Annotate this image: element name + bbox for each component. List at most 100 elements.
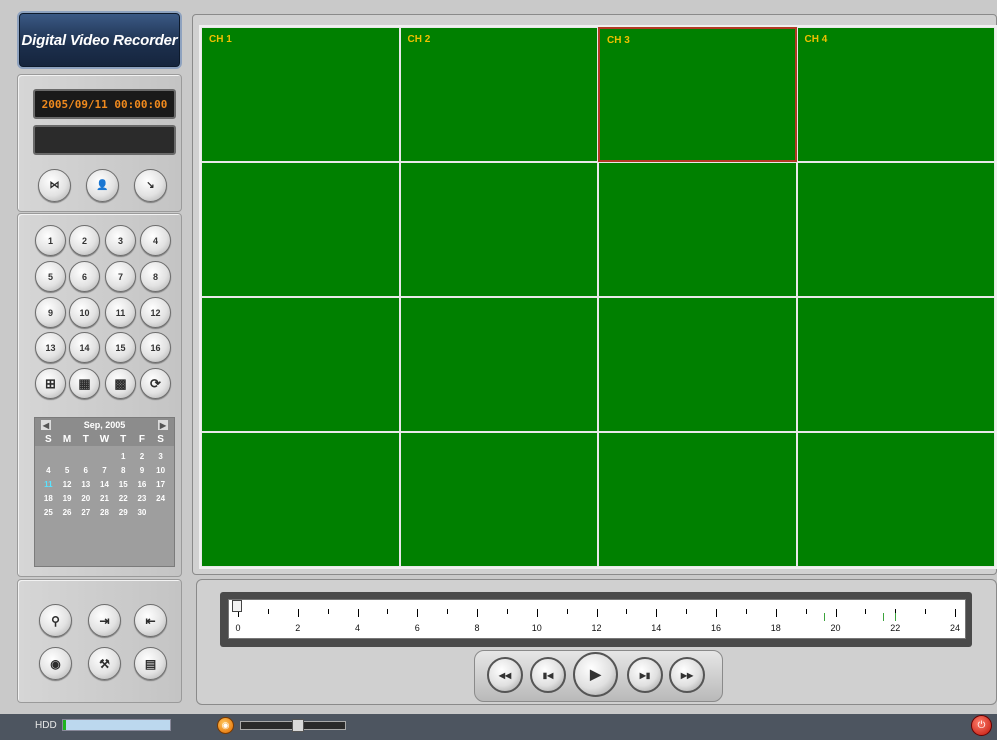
calendar-day[interactable]: 18 <box>39 492 58 505</box>
setup-button[interactable]: ⚒ <box>88 647 121 680</box>
channel-button-12[interactable]: 12 <box>140 297 171 328</box>
play-button[interactable]: ▶ <box>573 652 618 697</box>
channel-button-10[interactable]: 10 <box>69 297 100 328</box>
backup-button[interactable]: ◉ <box>39 647 72 680</box>
video-cell[interactable]: CH 2 <box>399 27 598 162</box>
volume-thumb[interactable] <box>292 719 304 732</box>
video-cell[interactable]: CH 4 <box>796 27 995 162</box>
calendar-day[interactable]: 30 <box>133 506 152 519</box>
video-cell[interactable] <box>201 297 400 432</box>
channel-button-16[interactable]: 16 <box>140 332 171 363</box>
calendar-day[interactable]: 17 <box>151 478 170 491</box>
fast-forward-button[interactable]: ▶▶ <box>669 657 705 693</box>
calendar-day[interactable]: 4 <box>39 464 58 477</box>
user-button[interactable]: 👤 <box>86 169 119 202</box>
layout-4x4-button[interactable]: ▩ <box>105 368 136 399</box>
fast-rewind-icon: ◀◀ <box>498 670 512 680</box>
video-cell[interactable] <box>399 162 598 297</box>
user-icon: 👤 <box>96 180 109 191</box>
volume-icon[interactable]: ◉ <box>217 717 234 734</box>
step-back-button[interactable]: ▮◀ <box>530 657 566 693</box>
calendar-day[interactable]: 1 <box>114 450 133 463</box>
calendar-day[interactable]: 28 <box>95 506 114 519</box>
exit-icon[interactable]: ⏻ <box>971 715 992 736</box>
calendar-day[interactable]: 27 <box>76 506 95 519</box>
log-in-button[interactable]: ⇥ <box>88 604 121 637</box>
video-cell[interactable] <box>796 297 995 432</box>
channel-button-2[interactable]: 2 <box>69 225 100 256</box>
channel-button-9[interactable]: 9 <box>35 297 66 328</box>
video-cell[interactable] <box>598 432 797 567</box>
sequence-button[interactable]: ⟳ <box>140 368 171 399</box>
calendar-day[interactable]: 8 <box>114 464 133 477</box>
audio-mode-button[interactable]: ⋈ <box>38 169 71 202</box>
channel-button-4[interactable]: 4 <box>140 225 171 256</box>
search-button[interactable]: ⚲ <box>39 604 72 637</box>
video-cell[interactable] <box>598 297 797 432</box>
timeline-label: 4 <box>354 623 361 633</box>
calendar-day[interactable]: 7 <box>95 464 114 477</box>
calendar-day[interactable]: 25 <box>39 506 58 519</box>
calendar-day[interactable]: 21 <box>95 492 114 505</box>
log-out-button[interactable]: ⇤ <box>134 604 167 637</box>
calendar-day[interactable]: 19 <box>58 492 77 505</box>
channel-button-5[interactable]: 5 <box>35 261 66 292</box>
calendar-day[interactable]: 9 <box>133 464 152 477</box>
layout-2x2-button[interactable]: ⊞ <box>35 368 66 399</box>
calendar-day[interactable]: 3 <box>151 450 170 463</box>
print-button[interactable]: ▤ <box>134 647 167 680</box>
calendar-day[interactable]: 26 <box>58 506 77 519</box>
calendar-day[interactable]: 12 <box>58 478 77 491</box>
timeline-bar[interactable] <box>228 599 966 639</box>
search-icon: ⚲ <box>51 613 60 628</box>
timeline-label: 16 <box>710 623 722 633</box>
calendar-day[interactable]: 5 <box>58 464 77 477</box>
fast-rewind-button[interactable]: ◀◀ <box>487 657 523 693</box>
channel-button-label: 7 <box>117 271 123 282</box>
backup-icon: ◉ <box>50 656 61 671</box>
channel-button-6[interactable]: 6 <box>69 261 100 292</box>
calendar-day[interactable]: 14 <box>95 478 114 491</box>
app-logo: Digital Video Recorder <box>17 11 182 69</box>
channel-button-8[interactable]: 8 <box>140 261 171 292</box>
channel-button-3[interactable]: 3 <box>105 225 136 256</box>
video-cell[interactable]: CH 3 <box>598 27 797 162</box>
calendar-day[interactable]: 22 <box>114 492 133 505</box>
calendar-day[interactable]: 13 <box>76 478 95 491</box>
video-cell[interactable] <box>201 162 400 297</box>
video-cell[interactable] <box>598 162 797 297</box>
video-cell[interactable] <box>399 297 598 432</box>
timeline-thumb[interactable] <box>232 600 242 612</box>
channel-button-14[interactable]: 14 <box>69 332 100 363</box>
channel-button-1[interactable]: 1 <box>35 225 66 256</box>
video-cell[interactable] <box>399 432 598 567</box>
weekday-label: S <box>45 433 52 445</box>
calendar-day[interactable]: 2 <box>133 450 152 463</box>
channel-button-11[interactable]: 11 <box>105 297 136 328</box>
timeline-tick <box>566 609 568 614</box>
channel-button-7[interactable]: 7 <box>105 261 136 292</box>
calendar-day[interactable]: 20 <box>76 492 95 505</box>
camera-control-button[interactable]: ↘ <box>134 169 167 202</box>
calendar-day[interactable]: 24 <box>151 492 170 505</box>
calendar-day[interactable]: 11 <box>39 478 58 491</box>
video-cell[interactable] <box>201 432 400 567</box>
next-month-icon[interactable]: ▶ <box>158 420 168 430</box>
video-cell[interactable] <box>796 432 995 567</box>
layout-3x3-button[interactable]: ▦ <box>69 368 100 399</box>
step-forward-button[interactable]: ▶▮ <box>627 657 663 693</box>
calendar-day[interactable]: 6 <box>76 464 95 477</box>
channel-button-13[interactable]: 13 <box>35 332 66 363</box>
calendar-day[interactable]: 10 <box>151 464 170 477</box>
calendar-day[interactable]: 29 <box>114 506 133 519</box>
calendar-day[interactable]: 16 <box>133 478 152 491</box>
calendar-day[interactable]: 23 <box>133 492 152 505</box>
video-cell[interactable] <box>796 162 995 297</box>
video-cell[interactable]: CH 1 <box>201 27 400 162</box>
calendar-day[interactable]: 15 <box>114 478 133 491</box>
timeline-label: 20 <box>830 623 841 633</box>
channel-button-15[interactable]: 15 <box>105 332 136 363</box>
recorded-mark <box>895 613 897 621</box>
timeline-tick <box>835 609 837 617</box>
prev-month-icon[interactable]: ◀ <box>41 420 51 430</box>
